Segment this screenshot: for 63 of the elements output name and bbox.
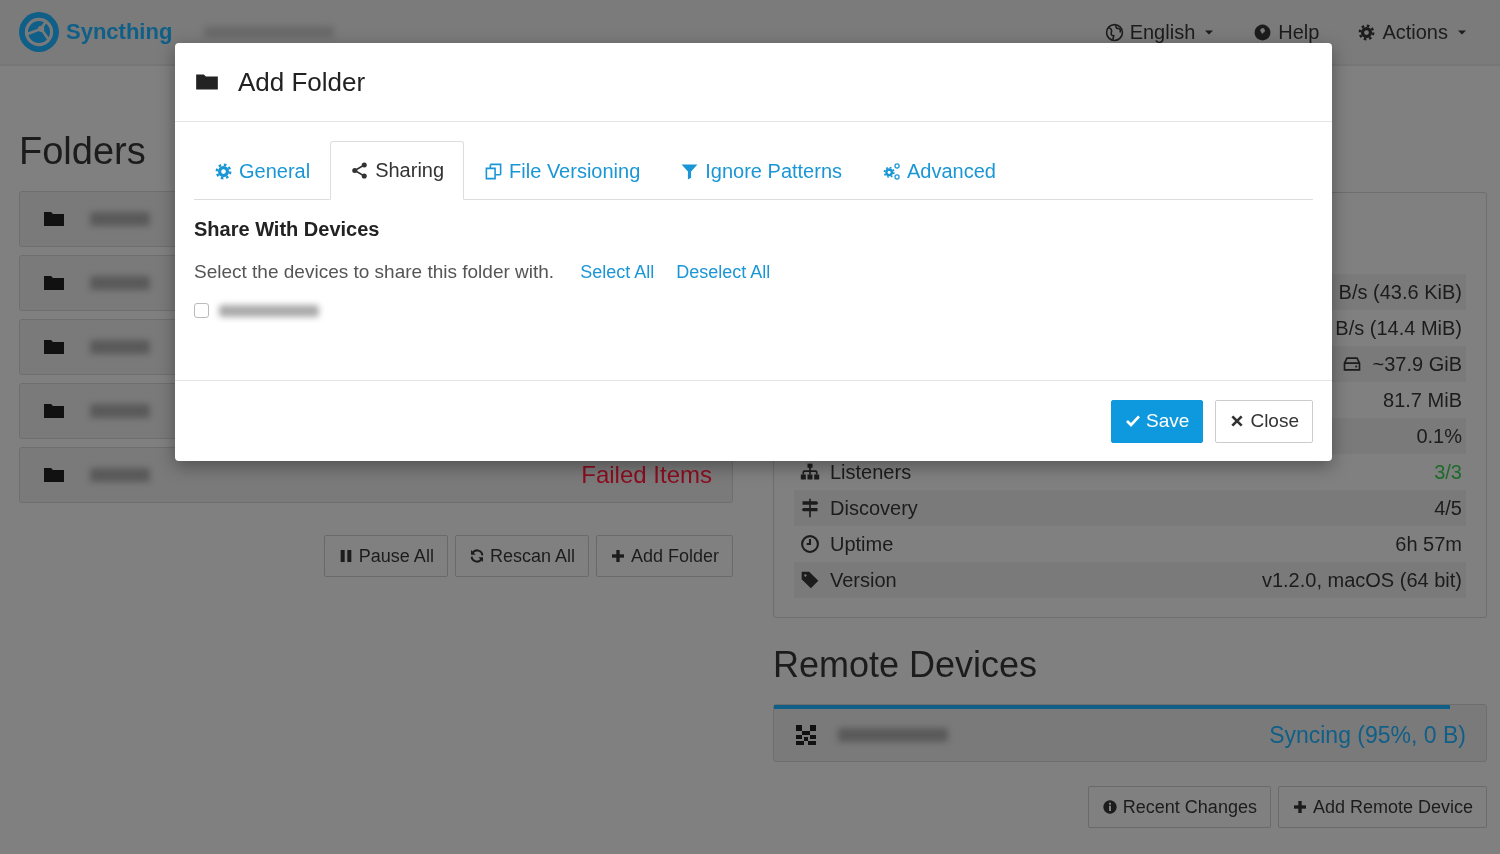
toolbar-button[interactable]: Add Folder (595, 535, 733, 577)
identicon-icon (794, 723, 818, 747)
nav-menu-item[interactable]: Help (1253, 20, 1320, 44)
stat-value: 0.1% (1416, 424, 1462, 448)
info-icon (1101, 799, 1118, 815)
stat-label: Discovery (830, 496, 918, 520)
tab[interactable]: Ignore Patterns (660, 141, 863, 200)
toolbar-button[interactable]: Rescan All (454, 535, 589, 577)
stat-value: 3/3 (1434, 460, 1462, 484)
redacted-folder-name (90, 276, 150, 290)
check-icon (1125, 413, 1142, 429)
redacted-folder-name (90, 340, 150, 354)
logo-icon (18, 11, 60, 53)
toolbar-button[interactable]: Pause All (323, 535, 448, 577)
description: Select the devices to share this folder with. (194, 261, 555, 283)
tab[interactable]: General (194, 141, 331, 200)
gear-icon (214, 161, 233, 181)
redacted-folder-name (90, 212, 150, 226)
folder-status: Failed Items (581, 461, 712, 489)
refresh-icon (468, 548, 485, 564)
redacted-folder-name (90, 468, 150, 482)
share-icon (350, 161, 370, 180)
section-title: Remote Devices (773, 644, 1038, 686)
stat-value: 81.7 MiB (1383, 388, 1462, 412)
clock-icon (800, 534, 820, 554)
stat-label: Uptime (830, 532, 894, 556)
stat-label: Listeners (830, 460, 912, 484)
globe-icon (1104, 22, 1124, 42)
stat-value: B/s (14.4 MiB) (1335, 316, 1462, 340)
plus-icon (1291, 799, 1308, 815)
toolbar-button[interactable]: Recent Changes (1087, 786, 1271, 828)
device-checkbox[interactable] (194, 303, 209, 318)
filter-icon (680, 161, 700, 181)
stat-value: v1.2.0, macOS (64 bit) (1261, 568, 1462, 592)
section-title: Folders (19, 130, 146, 173)
help-icon (1253, 22, 1273, 42)
stat-value: 6h 57m (1395, 532, 1462, 556)
section-heading: Share With Devices (194, 218, 381, 241)
nav-menu-item[interactable]: English (1104, 20, 1216, 44)
stat-value: B/s (43.6 KiB) (1338, 280, 1462, 304)
stat-label: Version (830, 568, 897, 592)
copy-icon (484, 161, 504, 181)
dialog-button[interactable]: Close (1215, 399, 1313, 443)
dialog-button[interactable]: Save (1111, 399, 1204, 443)
plus-icon (609, 548, 626, 564)
tab[interactable]: File Versioning (464, 141, 661, 200)
gear-icon (1357, 22, 1377, 42)
dialog-title: Add Folder (238, 66, 366, 98)
link[interactable]: Select All (580, 261, 655, 283)
stat-value: ~37.9 GiB (1372, 352, 1462, 376)
drive-icon (1342, 354, 1363, 374)
tag-icon (800, 570, 820, 590)
redacted-folder-name (90, 404, 150, 418)
nav-menu-item[interactable]: Actions (1357, 20, 1468, 44)
link[interactable]: Deselect All (676, 261, 771, 283)
tab[interactable]: Advanced (862, 141, 1016, 200)
signpost-icon (800, 498, 820, 518)
sitemap-icon (800, 462, 820, 482)
toolbar-button[interactable]: Add Remote Device (1277, 786, 1487, 828)
stat-value: 4/5 (1434, 496, 1462, 520)
tab[interactable]: Sharing (330, 141, 465, 200)
gears-icon (882, 161, 902, 181)
device-status: Syncing (95%, 0 B) (1269, 721, 1466, 749)
